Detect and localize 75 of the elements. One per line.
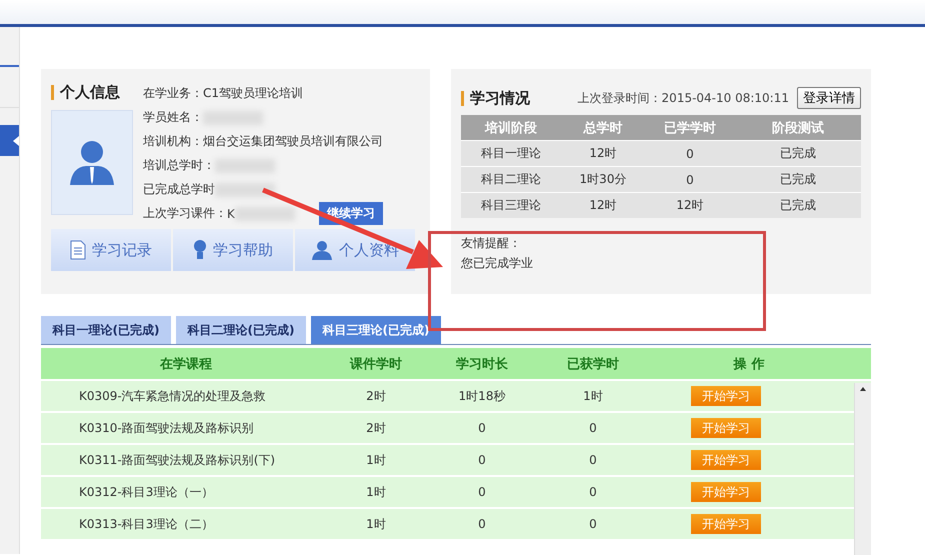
table-cell-text: 0 — [477, 485, 487, 499]
table-cell: 12时 — [561, 141, 645, 166]
table-cell-text: 0 — [588, 517, 598, 531]
table-cell: 已完成 — [735, 193, 861, 218]
table-cell-text: 1时 — [365, 452, 387, 468]
table-cell: 科目二理论 — [461, 167, 561, 192]
reminder-title: 友情提醒： — [461, 235, 522, 252]
shortcut-button[interactable]: 学习帮助 — [173, 229, 293, 271]
start-study-button[interactable]: 开始学习 — [691, 418, 761, 438]
column-header: 课件学时 — [348, 356, 403, 372]
reminder-text: 您已完成学业 — [461, 255, 534, 272]
table-cell: 科目一理论 — [461, 141, 561, 166]
section-title: 学习情况 — [470, 88, 530, 108]
table-cell: 科目三理论 — [461, 193, 561, 218]
document-icon — [70, 240, 86, 260]
column-header: 已获学时 — [566, 356, 620, 372]
login-details-button[interactable]: 登录详情 — [797, 87, 861, 109]
column-header: 在学课程 — [158, 356, 213, 372]
scrollbar[interactable] — [854, 383, 871, 555]
table-cell-text: 2时 — [365, 388, 387, 404]
column-header: 阶段测试 — [735, 115, 861, 140]
column-header: 操 作 — [732, 356, 766, 372]
stage-tab[interactable]: 科目一理论(已完成) — [41, 316, 171, 344]
course-name: K0313-科目3理论（二） — [78, 516, 214, 532]
table-cell: 12时 — [645, 193, 735, 218]
shortcut-button[interactable]: 学习记录 — [51, 229, 171, 271]
table-cell-text: 1时18秒 — [458, 388, 506, 404]
table-cell-text: 1时 — [582, 388, 604, 404]
table-cell-text: 0 — [477, 517, 487, 531]
column-header: 学习时长 — [455, 356, 509, 372]
start-study-button[interactable]: 开始学习 — [691, 514, 761, 534]
table-cell-text: 0 — [588, 421, 598, 435]
lightbulb-icon — [193, 239, 207, 261]
table-cell-text: 2时 — [365, 420, 387, 436]
heading-marker — [461, 90, 464, 106]
table-cell: 0 — [645, 167, 735, 192]
field-label: 培训总学时： — [143, 157, 215, 174]
triangle-icon — [13, 136, 19, 146]
collapse-tab[interactable] — [0, 125, 19, 156]
start-study-button[interactable]: 开始学习 — [691, 482, 761, 502]
last-login-time: 上次登录时间：2015-04-10 08:10:11 — [578, 90, 789, 106]
table-cell-text: 0 — [588, 453, 598, 467]
course-name: K0311-路面驾驶法规及路标识别(下) — [78, 452, 276, 468]
table-cell: 1时30分 — [561, 167, 645, 192]
start-study-button[interactable]: 开始学习 — [691, 450, 761, 470]
table-cell: 已完成 — [735, 141, 861, 166]
course-name: K0309-汽车紧急情况的处理及急救 — [78, 388, 267, 404]
table-cell-text: 1时 — [365, 516, 387, 532]
field-label: 学员姓名： — [143, 109, 203, 126]
field-label: 上次学习课件： — [143, 205, 227, 222]
person-icon — [311, 240, 333, 260]
table-cell: 0 — [645, 141, 735, 166]
column-header: 培训阶段 — [461, 115, 561, 140]
column-header: 总学时 — [561, 115, 645, 140]
column-header: 已学学时 — [645, 115, 735, 140]
heading-marker — [51, 85, 54, 100]
field-label: 在学业务： — [143, 85, 203, 102]
table-cell-text: 0 — [477, 421, 487, 435]
table-cell: 12时 — [561, 193, 645, 218]
person-silhouette-icon — [68, 138, 116, 186]
table-cell: 已完成 — [735, 167, 861, 192]
course-name: K0310-路面驾驶法规及路标识别 — [78, 420, 255, 436]
start-study-button[interactable]: 开始学习 — [691, 386, 761, 406]
field-value: C1驾驶员理论培训 — [203, 85, 304, 102]
field-value: 烟台交运集团驾驶员培训有限公司 — [203, 133, 383, 150]
table-cell-text: 0 — [477, 453, 487, 467]
section-title: 个人信息 — [60, 83, 120, 102]
sidebar-menu-item[interactable] — [0, 65, 19, 108]
field-label: 已完成总学时 — [143, 181, 215, 198]
field-label: 培训机构： — [143, 133, 203, 150]
field-value: K — [227, 206, 235, 220]
course-name: K0312-科目3理论（一） — [78, 484, 214, 500]
table-cell-text: 1时 — [365, 484, 387, 500]
table-cell-text: 0 — [588, 485, 598, 499]
stage-tab[interactable]: 科目二理论(已完成) — [176, 316, 306, 344]
